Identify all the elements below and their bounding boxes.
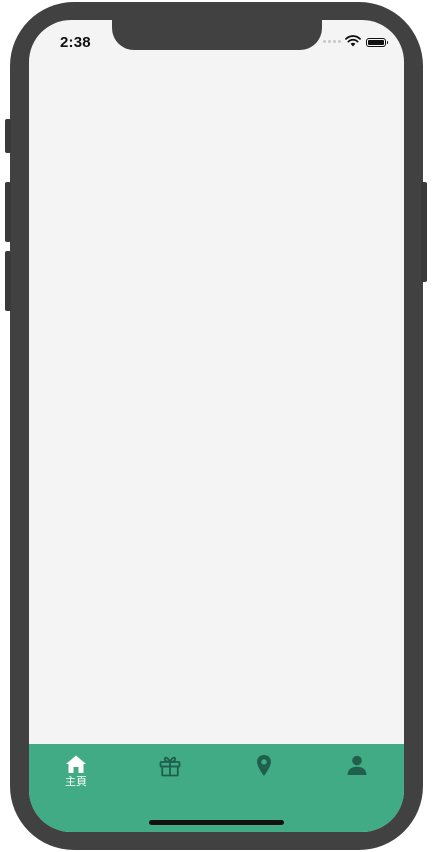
- power-button: [421, 182, 427, 282]
- tab-bar: 主頁: [29, 744, 404, 832]
- cellular-signal-icon: [323, 40, 341, 43]
- tab-location[interactable]: [234, 754, 294, 794]
- volume-up-button: [5, 182, 11, 242]
- user-icon: [347, 755, 367, 775]
- wifi-icon: [345, 35, 361, 47]
- tab-home-label: 主頁: [65, 776, 87, 788]
- notch: [112, 20, 322, 50]
- mute-switch: [5, 119, 11, 153]
- tab-home[interactable]: 主頁: [46, 754, 106, 794]
- home-indicator: [149, 820, 284, 825]
- phone-screen: 2:38 主頁: [29, 20, 404, 832]
- status-time: 2:38: [60, 34, 91, 51]
- tab-profile[interactable]: [327, 754, 387, 794]
- battery-icon: [366, 38, 388, 47]
- volume-down-button: [5, 251, 11, 311]
- home-icon: [66, 755, 86, 773]
- gift-icon: [159, 756, 181, 777]
- map-pin-icon: [257, 755, 271, 776]
- tab-gift[interactable]: [140, 754, 200, 794]
